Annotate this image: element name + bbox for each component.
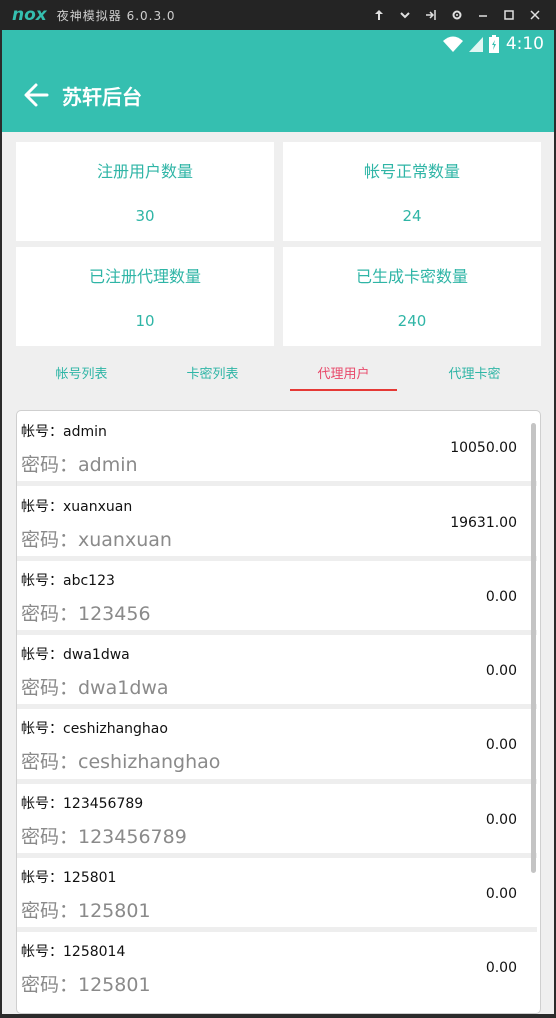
password-text: 密码：123456 <box>21 603 151 625</box>
back-button[interactable] <box>14 73 58 117</box>
account-text: 帐号：dwa1dwa <box>21 647 130 663</box>
tab-agent-users[interactable]: 代理用户 <box>278 352 409 396</box>
list-scrollbar[interactable] <box>531 423 536 873</box>
password-text: 密码：admin <box>21 454 138 476</box>
account-text: 帐号：ceshizhanghao <box>21 721 168 737</box>
status-time: 4:10 <box>505 34 544 54</box>
emulator-title: 夜神模拟器 6.0.3.0 <box>56 8 176 23</box>
account-text: 帐号：admin <box>21 424 107 440</box>
stat-label: 注册用户数量 <box>96 162 193 181</box>
emulator-logo: nox <box>12 5 47 25</box>
balance-amount: 0.00 <box>485 886 517 902</box>
pin-icon[interactable] <box>366 0 392 30</box>
balance-amount: 0.00 <box>485 589 517 605</box>
balance-amount: 0.00 <box>485 960 517 976</box>
stat-card-normal-accounts: 帐号正常数量 24 <box>283 142 541 241</box>
account-text: 帐号：125801 <box>21 870 117 886</box>
emulator-title-bar: nox 夜神模拟器 6.0.3.0 <box>0 0 556 30</box>
agent-user-list[interactable]: 帐号：admin 密码：admin 10050.00 帐号：xuanxuan 密… <box>16 410 541 1014</box>
close-icon[interactable] <box>522 0 548 30</box>
chevron-down-icon[interactable] <box>392 0 418 30</box>
account-text: 帐号：123456789 <box>21 796 144 812</box>
stat-card-registered-agents: 已注册代理数量 10 <box>16 247 274 346</box>
emulator-controls <box>366 0 548 30</box>
tab-agent-cards[interactable]: 代理卡密 <box>409 352 540 396</box>
active-tab-indicator <box>290 389 397 391</box>
stat-value: 10 <box>135 312 155 330</box>
list-item[interactable]: 帐号：123456789 密码：123456789 0.00 <box>17 783 537 857</box>
list-item[interactable]: 帐号：xuanxuan 密码：xuanxuan 19631.00 <box>17 486 537 560</box>
status-bar: 4:10 <box>2 30 554 58</box>
list-item[interactable]: 帐号：dwa1dwa 密码：dwa1dwa 0.00 <box>17 634 537 708</box>
tab-account-list[interactable]: 帐号列表 <box>16 352 147 396</box>
balance-amount: 10050.00 <box>450 440 517 456</box>
maximize-icon[interactable] <box>496 0 522 30</box>
stat-card-generated-cards: 已生成卡密数量 240 <box>283 247 541 346</box>
balance-amount: 0.00 <box>485 737 517 753</box>
balance-amount: 0.00 <box>485 663 517 679</box>
stat-label: 已注册代理数量 <box>88 267 201 286</box>
tab-bar: 帐号列表 卡密列表 代理用户 代理卡密 <box>16 352 541 396</box>
account-text: 帐号：abc123 <box>21 573 115 589</box>
stat-value: 240 <box>397 312 427 330</box>
battery-icon <box>488 35 500 53</box>
stat-value: 24 <box>402 207 422 225</box>
gear-icon[interactable] <box>444 0 470 30</box>
account-text: 帐号：1258014 <box>21 944 126 960</box>
stat-card-registered-users: 注册用户数量 30 <box>16 142 274 241</box>
list-item[interactable]: 帐号：ceshizhanghao 密码：ceshizhanghao 0.00 <box>17 708 537 782</box>
password-text: 密码：ceshizhanghao <box>21 751 221 773</box>
wifi-icon <box>442 35 464 53</box>
undock-icon[interactable] <box>418 0 444 30</box>
password-text: 密码：125801 <box>21 900 151 922</box>
password-text: 密码：123456789 <box>21 826 187 848</box>
list-item[interactable]: 帐号：admin 密码：admin 10050.00 <box>17 411 537 485</box>
stat-value: 30 <box>135 207 155 225</box>
account-text: 帐号：xuanxuan <box>21 499 133 515</box>
stat-label: 帐号正常数量 <box>363 162 460 181</box>
list-item[interactable]: 帐号：1258014 密码：125801 0.00 <box>17 931 537 1005</box>
password-text: 密码：xuanxuan <box>21 529 172 551</box>
signal-icon <box>468 35 484 53</box>
password-text: 密码：dwa1dwa <box>21 677 169 699</box>
stat-label: 已生成卡密数量 <box>355 267 468 286</box>
app-bar: 苏轩后台 <box>2 58 554 132</box>
tab-label: 代理用户 <box>317 367 370 382</box>
list-item[interactable]: 帐号：125801 密码：125801 0.00 <box>17 857 537 931</box>
tab-card-list[interactable]: 卡密列表 <box>147 352 278 396</box>
arrow-left-icon <box>24 83 49 107</box>
minimize-icon[interactable] <box>470 0 496 30</box>
balance-amount: 19631.00 <box>450 515 517 531</box>
list-item[interactable]: 帐号：abc123 密码：123456 0.00 <box>17 560 537 634</box>
page-title: 苏轩后台 <box>62 84 142 109</box>
balance-amount: 0.00 <box>485 812 517 828</box>
password-text: 密码：125801 <box>21 974 151 996</box>
phone-screen: 4:10 苏轩后台 注册用户数量 30 帐号正常数量 24 已注册代理数量 10… <box>2 30 554 1014</box>
